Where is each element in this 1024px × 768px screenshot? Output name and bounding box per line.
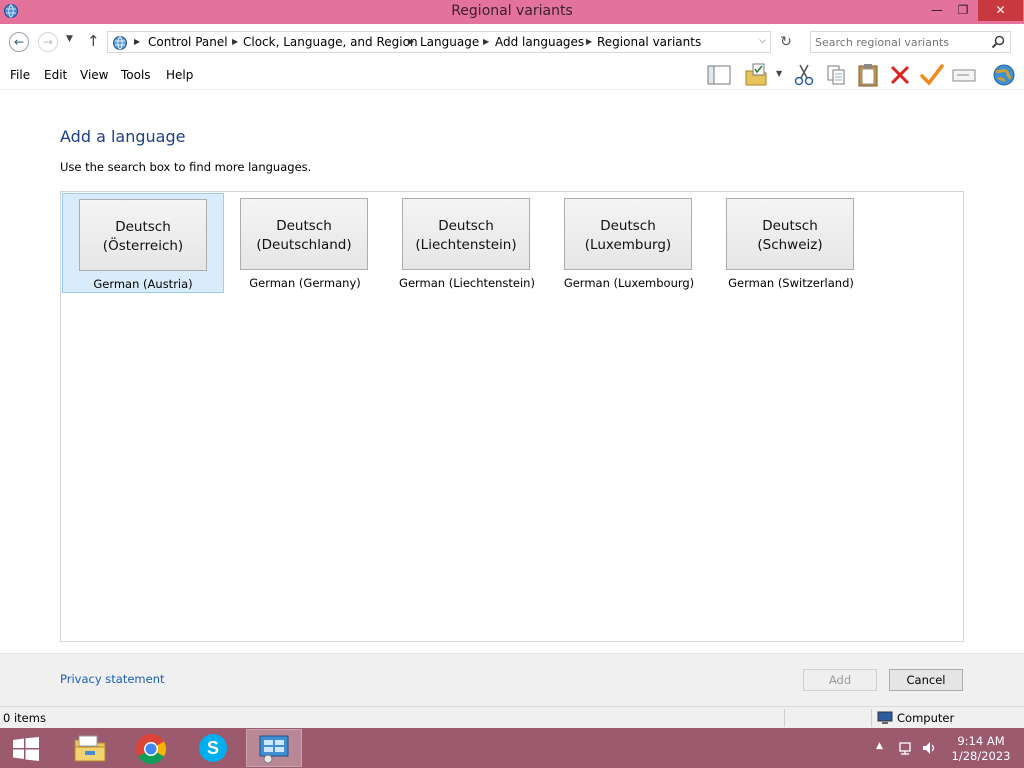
- menu-bar: File Edit View Tools Help ▼: [0, 60, 1024, 90]
- layout-pane-icon[interactable]: [706, 62, 732, 88]
- up-arrow-icon[interactable]: ↑: [87, 32, 100, 50]
- system-clock[interactable]: 9:14 AM 1/28/2023: [950, 734, 1012, 764]
- properties-check-icon[interactable]: [919, 62, 945, 88]
- breadcrumb-separator-icon[interactable]: ▶: [134, 37, 140, 46]
- navigation-bar: ← → ▼ ↑ ▶ Control Panel ▶ Clock, Languag…: [0, 24, 1024, 60]
- globe-icon[interactable]: [991, 62, 1017, 88]
- forward-arrow-icon[interactable]: →: [38, 32, 58, 52]
- folder-options-icon[interactable]: [744, 62, 770, 88]
- native-name-line2: (Deutschland): [256, 237, 352, 253]
- taskbar-skype[interactable]: S: [186, 729, 242, 767]
- search-input[interactable]: [815, 34, 985, 50]
- taskbar-control-panel[interactable]: [246, 729, 302, 767]
- windows-start-icon[interactable]: [12, 737, 40, 761]
- computer-icon: [877, 711, 893, 724]
- refresh-icon[interactable]: ↻: [776, 31, 796, 53]
- menu-tools[interactable]: Tools: [121, 68, 151, 82]
- language-tile-german-germany[interactable]: Deutsch (Deutschland) German (Germany): [224, 193, 386, 293]
- volume-icon[interactable]: [921, 740, 937, 756]
- language-english-name: German (Switzerland): [728, 276, 854, 290]
- paste-icon[interactable]: [855, 62, 881, 88]
- language-english-name: German (Germany): [249, 276, 361, 290]
- item-count: 0 items: [3, 711, 46, 725]
- language-button[interactable]: Deutsch (Österreich): [79, 199, 207, 271]
- delete-icon[interactable]: [887, 62, 913, 88]
- language-english-name: German (Liechtenstein): [399, 276, 535, 290]
- privacy-statement-link[interactable]: Privacy statement: [60, 672, 165, 686]
- status-bar: 0 items Computer: [0, 706, 1024, 728]
- native-name-line2: (Luxemburg): [584, 237, 672, 253]
- language-tile-german-liechtenstein[interactable]: Deutsch (Liechtenstein) German (Liechten…: [386, 193, 548, 293]
- search-icon[interactable]: [991, 35, 1005, 49]
- search-box: [810, 31, 1011, 53]
- breadcrumb-clock-language-region[interactable]: Clock, Language, and Region: [243, 35, 418, 49]
- taskbar-file-explorer[interactable]: [62, 729, 118, 767]
- clock-date: 1/28/2023: [951, 749, 1011, 763]
- address-history-chevron-icon[interactable]: ⌵: [759, 36, 766, 46]
- page-title: Add a language: [60, 127, 186, 146]
- network-icon[interactable]: [898, 740, 914, 756]
- native-name-line1: Deutsch: [600, 218, 656, 234]
- breadcrumb-add-languages[interactable]: Add languages: [495, 35, 584, 49]
- cancel-button[interactable]: Cancel: [889, 669, 963, 691]
- cut-icon[interactable]: [791, 62, 817, 88]
- minimize-button[interactable]: —: [924, 0, 950, 21]
- menu-file[interactable]: File: [10, 68, 30, 82]
- title-bar: Regional variants — ❐ ✕: [0, 0, 1024, 24]
- native-name-line1: Deutsch: [438, 218, 494, 234]
- breadcrumb-separator-icon[interactable]: ▶: [232, 37, 238, 46]
- language-english-name: German (Luxembourg): [563, 276, 695, 290]
- language-tile-german-luxembourg[interactable]: Deutsch (Luxemburg) German (Luxembourg): [548, 193, 710, 293]
- language-list: Deutsch (Österreich) German (Austria) De…: [60, 191, 964, 642]
- svg-text:S: S: [207, 738, 219, 758]
- native-name-line1: Deutsch: [762, 218, 818, 234]
- language-button[interactable]: Deutsch (Luxemburg): [564, 198, 692, 270]
- skype-icon: S: [199, 734, 227, 762]
- language-button[interactable]: Deutsch (Deutschland): [240, 198, 368, 270]
- native-name-line1: Deutsch: [115, 219, 171, 235]
- breadcrumb-control-panel[interactable]: Control Panel: [148, 35, 228, 49]
- breadcrumb-language[interactable]: Language: [420, 35, 479, 49]
- status-divider: [784, 709, 785, 727]
- breadcrumb-regional-variants[interactable]: Regional variants: [597, 35, 701, 49]
- menu-view[interactable]: View: [80, 68, 108, 82]
- language-button[interactable]: Deutsch (Schweiz): [726, 198, 854, 270]
- address-bar[interactable]: ▶ Control Panel ▶ Clock, Language, and R…: [107, 31, 771, 53]
- control-panel-icon: [113, 36, 127, 50]
- folder-options-chevron-icon[interactable]: ▼: [776, 69, 782, 78]
- maximize-button[interactable]: ❐: [950, 0, 976, 21]
- file-explorer-icon: [74, 735, 106, 762]
- copy-icon[interactable]: [823, 62, 849, 88]
- menu-edit[interactable]: Edit: [44, 68, 67, 82]
- dialog-footer: Privacy statement Add Cancel: [0, 653, 1024, 706]
- instructions-text: Use the search box to find more language…: [60, 160, 312, 174]
- language-button[interactable]: Deutsch (Liechtenstein): [402, 198, 530, 270]
- tray-overflow-chevron-icon[interactable]: ▲: [876, 741, 883, 751]
- recent-locations-chevron-icon[interactable]: ▼: [66, 34, 73, 44]
- native-name-line2: (Schweiz): [757, 237, 823, 253]
- breadcrumb-separator-icon[interactable]: ▶: [586, 37, 592, 46]
- window-title: Regional variants: [451, 3, 573, 19]
- close-button[interactable]: ✕: [978, 0, 1023, 21]
- breadcrumb-separator-icon[interactable]: ▶: [408, 37, 414, 46]
- status-location: Computer: [897, 711, 955, 725]
- taskbar-chrome[interactable]: [124, 729, 180, 767]
- language-english-name: German (Austria): [93, 277, 193, 291]
- language-tile-german-switzerland[interactable]: Deutsch (Schweiz) German (Switzerland): [710, 193, 872, 293]
- status-divider: [871, 709, 872, 727]
- add-button[interactable]: Add: [803, 669, 877, 691]
- clock-time: 9:14 AM: [957, 734, 1005, 748]
- language-tile-german-austria[interactable]: Deutsch (Österreich) German (Austria): [62, 193, 224, 293]
- control-panel-taskbar-icon: [259, 735, 289, 764]
- breadcrumb-separator-icon[interactable]: ▶: [483, 37, 489, 46]
- native-name-line1: Deutsch: [276, 218, 332, 234]
- chrome-icon: [135, 734, 167, 765]
- menu-help[interactable]: Help: [166, 68, 193, 82]
- taskbar: S ▲ 9:14 AM 1/28/2023: [0, 728, 1024, 768]
- rename-icon[interactable]: [951, 62, 977, 88]
- native-name-line2: (Liechtenstein): [415, 237, 517, 253]
- back-arrow-icon[interactable]: ←: [9, 32, 29, 52]
- native-name-line2: (Österreich): [102, 238, 184, 254]
